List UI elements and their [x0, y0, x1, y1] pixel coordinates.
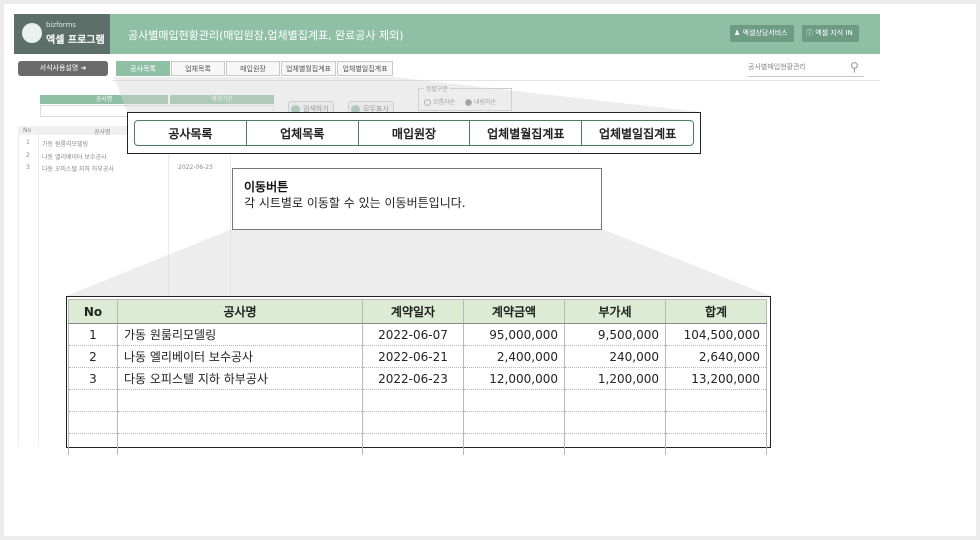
cell-total: 2,640,000 — [665, 345, 767, 368]
cell-no: 3 — [68, 367, 118, 390]
table-row[interactable]: 3 다동 오피스텔 지하 하부공사 2022-06-23 12,000,000 … — [68, 367, 767, 390]
cell-total: 104,500,000 — [665, 323, 767, 346]
cell-name: 나동 엘리베이터 보수공사 — [117, 345, 363, 368]
description-text: 각 시트별로 이동할 수 있는 이동버튼입니다. — [244, 196, 466, 210]
cell-total: 13,200,000 — [665, 367, 767, 390]
callout-connectors — [66, 77, 771, 296]
col-header-amount: 계약금액 — [463, 299, 565, 324]
table-callout: No 공사명 계약일자 계약금액 부가세 합계 1 가동 원룸리모델링 2022… — [66, 296, 771, 455]
cell-vat: 240,000 — [564, 345, 666, 368]
cell-amount: 95,000,000 — [463, 323, 565, 346]
project-table: No 공사명 계약일자 계약금액 부가세 합계 1 가동 원룸리모델링 2022… — [68, 299, 767, 455]
table-row-empty[interactable] — [68, 411, 767, 434]
tabs-callout: 공사목록 업체목록 매입원장 업체별월집계표 업체별일집계표 — [127, 112, 701, 154]
cell-amount: 12,000,000 — [463, 367, 565, 390]
cell-name: 다동 오피스텔 지하 하부공사 — [117, 367, 363, 390]
cell-vat: 1,200,000 — [564, 367, 666, 390]
cell-name: 가동 원룸리모델링 — [117, 323, 363, 346]
cell-date: 2022-06-23 — [362, 367, 464, 390]
tab-strip: 공사목록 업체목록 매입원장 업체별월집계표 업체별일집계표 — [134, 120, 694, 146]
col-header-date: 계약일자 — [362, 299, 464, 324]
cell-amount: 2,400,000 — [463, 345, 565, 368]
cell-no: 2 — [68, 345, 118, 368]
tab-daily-summary[interactable]: 업체별일집계표 — [582, 121, 693, 145]
cell-date: 2022-06-07 — [362, 323, 464, 346]
tab-ledger[interactable]: 매입원장 — [359, 121, 471, 145]
col-header-name: 공사명 — [117, 299, 363, 324]
description-title: 이동버튼 — [244, 180, 289, 194]
tab-projects[interactable]: 공사목록 — [135, 121, 247, 145]
table-row-empty[interactable] — [68, 389, 767, 412]
col-header-no: No — [68, 299, 118, 324]
tab-monthly-summary[interactable]: 업체별월집계표 — [470, 121, 583, 145]
tab-vendors[interactable]: 업체목록 — [247, 121, 359, 145]
table-header-row: No 공사명 계약일자 계약금액 부가세 합계 — [68, 299, 767, 324]
cell-date: 2022-06-21 — [362, 345, 464, 368]
cell-vat: 9,500,000 — [564, 323, 666, 346]
cell-no: 1 — [68, 323, 118, 346]
table-row[interactable]: 2 나동 엘리베이터 보수공사 2022-06-21 2,400,000 240… — [68, 345, 767, 368]
col-header-vat: 부가세 — [564, 299, 666, 324]
table-row-empty[interactable] — [68, 433, 767, 455]
col-header-total: 합계 — [665, 299, 767, 324]
table-row[interactable]: 1 가동 원룸리모델링 2022-06-07 95,000,000 9,500,… — [68, 323, 767, 346]
description-box: 이동버튼 각 시트별로 이동할 수 있는 이동버튼입니다. — [232, 168, 602, 230]
